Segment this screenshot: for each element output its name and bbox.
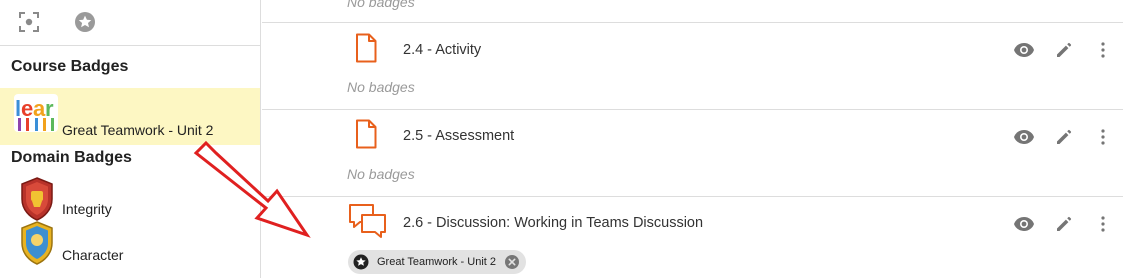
- svg-text:e: e: [21, 96, 33, 121]
- row-divider: [262, 109, 1123, 110]
- domain-badge-integrity[interactable]: Integrity: [0, 173, 260, 223]
- eye-icon[interactable]: [1013, 216, 1035, 232]
- domain-badge-label: Integrity: [62, 201, 112, 217]
- badge-chip-label: Great Teamwork - Unit 2: [377, 256, 497, 268]
- pencil-icon[interactable]: [1056, 42, 1072, 58]
- document-icon: [355, 33, 377, 63]
- learn-badge-image: l e a r: [14, 94, 58, 132]
- activity-list: No badges 2.4 - Activity No badges 2.5 -…: [262, 0, 1123, 278]
- row-divider: [262, 22, 1123, 23]
- shield-badge-image: [20, 177, 54, 221]
- document-icon: [355, 119, 377, 149]
- row-divider: [262, 196, 1123, 197]
- star-icon: [353, 254, 369, 270]
- activity-title[interactable]: 2.5 - Assessment: [403, 127, 514, 145]
- domain-badge-label: Character: [62, 247, 124, 263]
- eye-icon[interactable]: [1013, 129, 1035, 145]
- svg-text:r: r: [45, 96, 54, 121]
- discussion-icon: [348, 203, 388, 239]
- star-icon[interactable]: [74, 11, 96, 33]
- eye-icon[interactable]: [1013, 42, 1035, 58]
- no-badges-text: No badges: [347, 79, 415, 95]
- domain-badges-heading: Domain Badges: [11, 149, 132, 166]
- more-vert-icon[interactable]: [1100, 216, 1106, 232]
- badge-chip[interactable]: Great Teamwork - Unit 2: [348, 250, 526, 274]
- no-badges-text: No badges: [347, 0, 415, 10]
- course-badges-heading: Course Badges: [11, 58, 129, 75]
- more-vert-icon[interactable]: [1100, 129, 1106, 145]
- no-badges-text: No badges: [347, 166, 415, 182]
- course-badge-great-teamwork[interactable]: l e a r Great Teamwork - Unit 2: [0, 88, 260, 145]
- shield-badge-image: [20, 221, 54, 265]
- more-vert-icon[interactable]: [1100, 42, 1106, 58]
- remove-badge-icon[interactable]: [505, 255, 519, 269]
- activity-title[interactable]: 2.4 - Activity: [403, 41, 481, 59]
- pencil-icon[interactable]: [1056, 129, 1072, 145]
- sidebar-toolbar: [0, 0, 260, 46]
- pencil-icon[interactable]: [1056, 216, 1072, 232]
- domain-badge-character[interactable]: Character: [0, 221, 260, 265]
- course-badge-label: Great Teamwork - Unit 2: [62, 122, 214, 138]
- activity-title[interactable]: 2.6 - Discussion: Working in Teams Discu…: [403, 214, 703, 232]
- focus-icon[interactable]: [18, 11, 40, 33]
- badge-sidebar: Course Badges l e a r Great Teamwork - U…: [0, 0, 261, 278]
